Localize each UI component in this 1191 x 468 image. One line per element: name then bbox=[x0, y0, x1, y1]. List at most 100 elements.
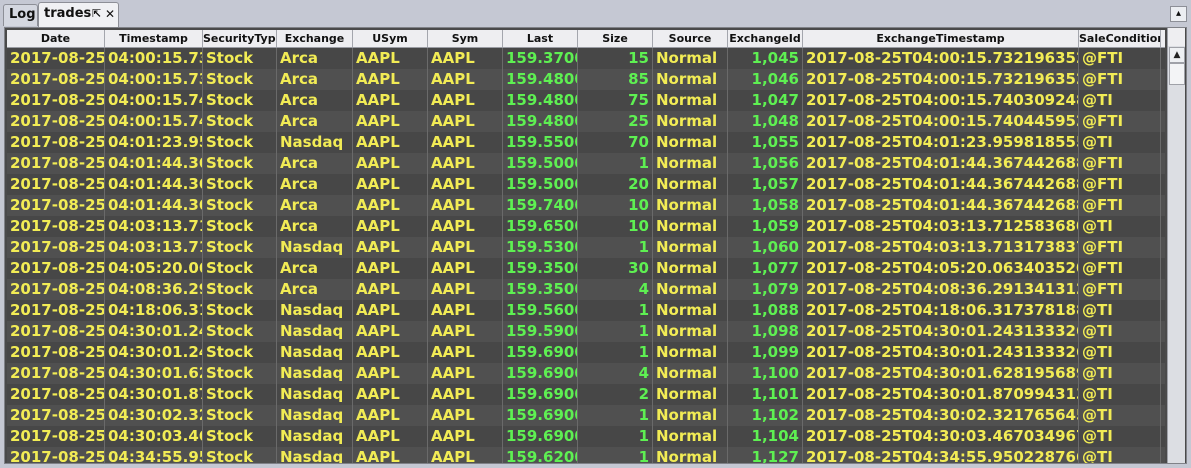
table-cell: @TI bbox=[1079, 90, 1161, 111]
table-cell: 2017-08-25T04:30:02.321765645 NY bbox=[803, 405, 1079, 426]
table-row[interactable]: 2017-08-2504:01:44.367StockArcaAAPLAAPL1… bbox=[7, 174, 1165, 195]
column-header[interactable]: ExchangeId bbox=[728, 30, 803, 47]
table-cell: AAPL bbox=[353, 153, 428, 174]
table-cell: 4 bbox=[578, 363, 653, 384]
table-row[interactable]: 2017-08-2504:03:13.712StockArcaAAPLAAPL1… bbox=[7, 216, 1165, 237]
table-cell: Normal bbox=[653, 237, 728, 258]
table-cell: 04:01:44.367 bbox=[105, 153, 203, 174]
table-cell: 20 bbox=[578, 174, 653, 195]
table-cell: 2017-08-25T04:01:44.367442688 NY bbox=[803, 195, 1079, 216]
table-cell: Nasdaq bbox=[277, 132, 353, 153]
table-row[interactable]: 2017-08-2504:30:01.628StockNasdaqAAPLAAP… bbox=[7, 363, 1165, 384]
table-cell: 159.6500 bbox=[503, 216, 578, 237]
table-cell: AAPL bbox=[353, 279, 428, 300]
table-cell: 2017-08-25T04:00:15.740445952 NY bbox=[803, 111, 1079, 132]
table-row[interactable]: 2017-08-2504:30:01.243StockNasdaqAAPLAAP… bbox=[7, 342, 1165, 363]
column-header[interactable]: SecurityType bbox=[203, 30, 277, 47]
column-header[interactable]: Sym bbox=[428, 30, 503, 47]
table-row[interactable]: 2017-08-2504:01:44.367StockArcaAAPLAAPL1… bbox=[7, 153, 1165, 174]
table-cell: 2017-08-25T04:03:13.713173837 NY bbox=[803, 237, 1079, 258]
table-row[interactable]: 2017-08-2504:08:36.291StockArcaAAPLAAPL1… bbox=[7, 279, 1165, 300]
restore-icon[interactable]: ▴ bbox=[1170, 6, 1187, 22]
table-cell: Stock bbox=[203, 279, 277, 300]
table-row[interactable]: 2017-08-2504:00:15.740StockArcaAAPLAAPL1… bbox=[7, 111, 1165, 132]
table-row[interactable]: 2017-08-2504:34:55.950StockNasdaqAAPLAAP… bbox=[7, 447, 1165, 463]
tab-trades[interactable]: trades ⇱ ✕ bbox=[38, 2, 119, 27]
table-row[interactable]: 2017-08-2504:03:13.713StockNasdaqAAPLAAP… bbox=[7, 237, 1165, 258]
table-cell: AAPL bbox=[353, 426, 428, 447]
table-row[interactable]: 2017-08-2504:00:15.733StockArcaAAPLAAPL1… bbox=[7, 48, 1165, 69]
column-header[interactable]: Exchange bbox=[277, 30, 353, 47]
table-cell: Normal bbox=[653, 132, 728, 153]
table-cell: 85 bbox=[578, 69, 653, 90]
table-cell: Arca bbox=[277, 174, 353, 195]
column-header[interactable]: Last bbox=[503, 30, 578, 47]
table-cell: Stock bbox=[203, 69, 277, 90]
table-row[interactable]: 2017-08-2504:00:15.733StockArcaAAPLAAPL1… bbox=[7, 69, 1165, 90]
column-header[interactable]: Date bbox=[7, 30, 105, 47]
table-cell: 159.4800 bbox=[503, 111, 578, 132]
table-cell: Stock bbox=[203, 132, 277, 153]
table-cell: 10 bbox=[578, 216, 653, 237]
column-header[interactable]: Size bbox=[578, 30, 653, 47]
table-cell: Stock bbox=[203, 300, 277, 321]
column-header[interactable]: Source bbox=[653, 30, 728, 47]
table-cell: 1,058 bbox=[728, 195, 803, 216]
table-row[interactable]: 2017-08-2504:30:03.467StockNasdaqAAPLAAP… bbox=[7, 426, 1165, 447]
table-row[interactable]: 2017-08-2504:01:44.367StockArcaAAPLAAPL1… bbox=[7, 195, 1165, 216]
table-cell: AAPL bbox=[428, 363, 503, 384]
table-cell: 1,101 bbox=[728, 384, 803, 405]
tab-trades-label: trades bbox=[44, 6, 92, 21]
table-cell: 2017-08-25T04:30:01.243133326 NY bbox=[803, 342, 1079, 363]
column-header[interactable]: ExchangeTimestamp bbox=[803, 30, 1079, 47]
table-cell: @TI bbox=[1079, 405, 1161, 426]
scroll-up-icon[interactable]: ▲ bbox=[1169, 47, 1185, 63]
table-cell: 15 bbox=[578, 48, 653, 69]
table-cell: AAPL bbox=[428, 48, 503, 69]
table-cell: 1,100 bbox=[728, 363, 803, 384]
table-row[interactable]: 2017-08-2504:00:15.740StockArcaAAPLAAPL1… bbox=[7, 90, 1165, 111]
table-cell: 04:30:01.628 bbox=[105, 363, 203, 384]
table-cell: Arca bbox=[277, 216, 353, 237]
scrollbar-thumb[interactable] bbox=[1169, 63, 1185, 85]
table-cell: 1,055 bbox=[728, 132, 803, 153]
table-cell: Normal bbox=[653, 426, 728, 447]
table-cell: Nasdaq bbox=[277, 426, 353, 447]
table-cell: 1 bbox=[578, 405, 653, 426]
table-row[interactable]: 2017-08-2504:01:23.959StockNasdaqAAPLAAP… bbox=[7, 132, 1165, 153]
tab-bar: Log trades ⇱ ✕ ▴ bbox=[0, 0, 1191, 27]
table-cell: AAPL bbox=[353, 69, 428, 90]
undock-icon[interactable]: ⇱ bbox=[92, 3, 101, 25]
table-cell: 1,127 bbox=[728, 447, 803, 463]
table-row[interactable]: 2017-08-2504:18:06.317StockNasdaqAAPLAAP… bbox=[7, 300, 1165, 321]
table-cell: @TI bbox=[1079, 216, 1161, 237]
table-cell: Stock bbox=[203, 90, 277, 111]
table-cell: AAPL bbox=[428, 426, 503, 447]
table-cell: @TI bbox=[1079, 447, 1161, 463]
table-cell: Normal bbox=[653, 195, 728, 216]
table-cell: 2017-08-25T04:01:44.367442688 NY bbox=[803, 174, 1079, 195]
vertical-scrollbar[interactable]: ▲ bbox=[1167, 46, 1185, 463]
column-header[interactable]: USym bbox=[353, 30, 428, 47]
table-header: Date Timestamp SecurityType Exchange USym Sym… bbox=[7, 30, 1165, 48]
table-cell: Arca bbox=[277, 279, 353, 300]
table-row[interactable]: 2017-08-2504:30:01.871StockNasdaqAAPLAAP… bbox=[7, 384, 1165, 405]
table-cell: AAPL bbox=[428, 237, 503, 258]
table-cell: 04:01:44.367 bbox=[105, 174, 203, 195]
close-icon[interactable]: ✕ bbox=[105, 3, 115, 25]
table-cell: 159.7400 bbox=[503, 195, 578, 216]
table-cell: 25 bbox=[578, 111, 653, 132]
table-row[interactable]: 2017-08-2504:05:20.063StockArcaAAPLAAPL1… bbox=[7, 258, 1165, 279]
column-header[interactable]: Timestamp bbox=[105, 30, 203, 47]
table-cell: 159.4800 bbox=[503, 69, 578, 90]
column-header[interactable]: SaleCondition bbox=[1079, 30, 1161, 47]
table-cell: Stock bbox=[203, 342, 277, 363]
table-cell: 1,056 bbox=[728, 153, 803, 174]
tab-log[interactable]: Log bbox=[3, 4, 38, 26]
table-row[interactable]: 2017-08-2504:30:02.321StockNasdaqAAPLAAP… bbox=[7, 405, 1165, 426]
table-row[interactable]: 2017-08-2504:30:01.243StockNasdaqAAPLAAP… bbox=[7, 321, 1165, 342]
table-cell: 2017-08-25T04:05:20.063403520 NY bbox=[803, 258, 1079, 279]
table-cell: 2017-08-25 bbox=[7, 195, 105, 216]
table-cell: 04:00:15.740 bbox=[105, 90, 203, 111]
table-cell: Normal bbox=[653, 342, 728, 363]
